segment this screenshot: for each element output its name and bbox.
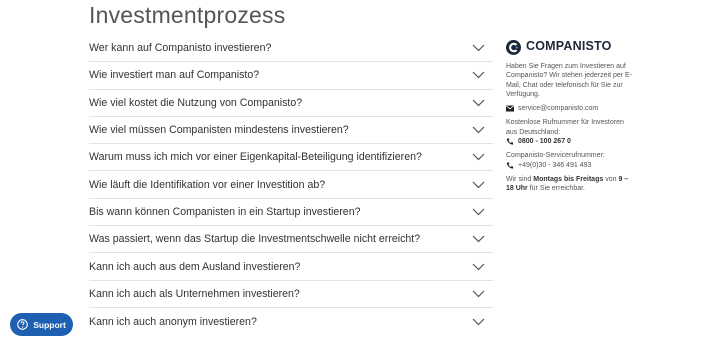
page-title: Investmentprozess — [89, 2, 286, 28]
faq-question: Warum muss ich mich vor einer Eigenkapit… — [89, 151, 422, 164]
brand-name: COMPANISTO — [526, 39, 612, 54]
faq-item[interactable]: Wie viel müssen Companisten mindestens i… — [89, 117, 493, 145]
chevron-down-icon — [472, 263, 485, 270]
envelope-icon — [506, 105, 514, 112]
companisto-logo-icon — [506, 39, 521, 55]
chevron-down-icon — [472, 72, 485, 79]
support-button[interactable]: Support — [10, 313, 73, 336]
faq-item[interactable]: Wie investiert man auf Companisto? — [89, 62, 493, 90]
faq-question: Kann ich auch anonym investieren? — [89, 315, 257, 328]
faq-item[interactable]: Was passiert, wenn das Startup die Inves… — [89, 226, 493, 254]
service-number[interactable]: +49(0)30 - 346 491 493 — [518, 161, 591, 170]
free-number-label: Kostenlose Rufnummer für Investoren aus … — [506, 119, 624, 136]
page: Investmentprozess Wer kann auf Companist… — [0, 0, 720, 342]
faq-item[interactable]: Wie viel kostet die Nutzung von Companis… — [89, 90, 493, 117]
faq-item[interactable]: Wie läuft die Identifikation vor einer I… — [89, 171, 493, 199]
faq-question: Bis wann können Companisten in ein Start… — [89, 205, 361, 218]
faq-item[interactable]: Kann ich auch als Unternehmen investiere… — [89, 281, 493, 308]
chevron-down-icon — [472, 99, 485, 107]
service-number-row: +49(0)30 - 346 491 493 — [506, 161, 634, 170]
contact-panel: COMPANISTO Haben Sie Fragen zum Investie… — [506, 38, 634, 194]
chevron-down-icon — [472, 208, 485, 216]
faq-question: Kann ich auch aus dem Ausland investiere… — [89, 260, 301, 273]
faq-question: Was passiert, wenn das Startup die Inves… — [89, 233, 421, 246]
chevron-down-icon — [472, 44, 485, 52]
chevron-down-icon — [472, 290, 485, 298]
free-number[interactable]: 0800 - 100 267 0 — [518, 137, 571, 146]
hours-mid: von — [603, 175, 619, 183]
chevron-down-icon — [472, 126, 485, 134]
faq-list: Wer kann auf Companisto investieren? Wie… — [89, 35, 493, 335]
faq-question: Wie viel kostet die Nutzung von Companis… — [89, 96, 303, 109]
support-label: Support — [33, 319, 66, 330]
phone-icon — [506, 138, 514, 145]
free-number-row: 0800 - 100 267 0 — [506, 137, 634, 146]
email-row: service@companisto.com — [506, 104, 634, 113]
help-circle-icon — [17, 319, 29, 330]
opening-hours: Wir sind Montags bis Freitags von 9 – 18… — [506, 175, 634, 194]
chevron-down-icon — [472, 235, 485, 243]
contact-intro: Haben Sie Fragen zum Investieren auf Com… — [506, 63, 633, 98]
faq-item[interactable]: Warum muss ich mich vor einer Eigenkapit… — [89, 144, 493, 172]
faq-question: Wer kann auf Companisto investieren? — [89, 42, 272, 55]
hours-pre: Wir sind — [506, 175, 534, 183]
faq-question: Wie investiert man auf Companisto? — [89, 69, 260, 82]
faq-question: Wie läuft die Identifikation vor einer I… — [89, 178, 326, 191]
companisto-logo[interactable]: COMPANISTO — [506, 38, 634, 56]
faq-question: Wie viel müssen Companisten mindestens i… — [89, 124, 349, 137]
faq-item[interactable]: Kann ich auch aus dem Ausland investiere… — [89, 253, 493, 281]
chevron-down-icon — [472, 318, 485, 325]
hours-post: für Sie erreichbar. — [527, 185, 585, 193]
chevron-down-icon — [472, 181, 485, 188]
chevron-down-icon — [472, 153, 485, 161]
hours-days: Montags bis Freitags — [533, 175, 604, 183]
faq-item[interactable]: Kann ich auch anonym investieren? — [89, 308, 493, 335]
email-link[interactable]: service@companisto.com — [518, 104, 598, 113]
faq-item[interactable]: Wer kann auf Companisto investieren? — [89, 35, 493, 63]
phone-icon — [506, 162, 514, 169]
service-number-label: Companisto-Servicerufnummer: — [506, 152, 605, 160]
faq-question: Kann ich auch als Unternehmen investiere… — [89, 287, 300, 300]
faq-item[interactable]: Bis wann können Companisten in ein Start… — [89, 199, 493, 227]
